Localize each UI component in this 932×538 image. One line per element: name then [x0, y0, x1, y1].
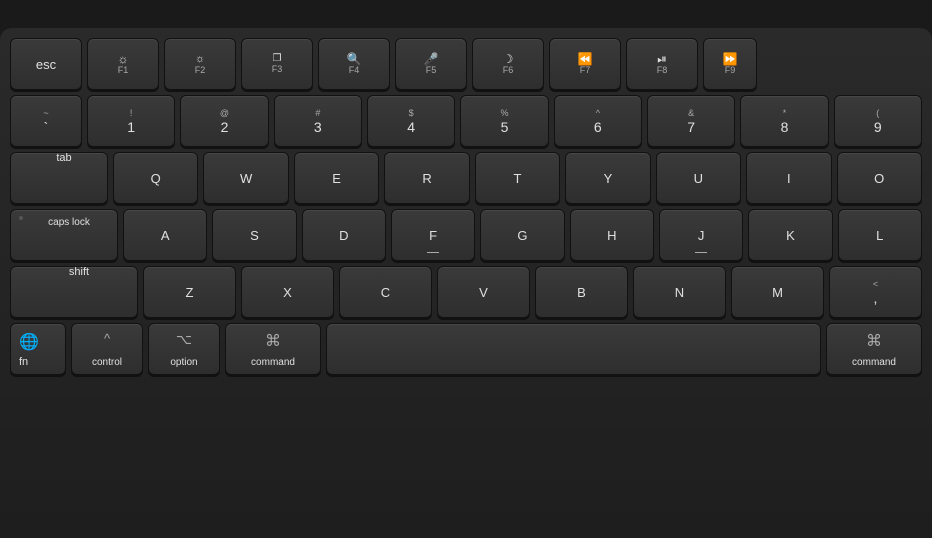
key-m[interactable]: M	[731, 266, 824, 318]
key-fn[interactable]: 🌐 fn	[10, 323, 66, 375]
control-icon: ^	[104, 331, 110, 346]
command-left-icon: ⌘	[265, 331, 281, 351]
key-b[interactable]: B	[535, 266, 628, 318]
caps-lock-indicator	[19, 216, 23, 220]
key-space[interactable]	[326, 323, 821, 375]
qwerty-key-row: tab Q W E R T Y U I O	[10, 152, 922, 204]
key-f5[interactable]: 🎤 F5	[395, 38, 467, 90]
bottom-key-row: 🌐 fn ^ control ⌥ option ⌘ command ⌘ comm…	[10, 323, 922, 375]
command-right-icon: ⌘	[866, 331, 882, 351]
zxcv-key-row: shift Z X C V B N M < ,	[10, 266, 922, 318]
key-o[interactable]: O	[837, 152, 922, 204]
key-v[interactable]: V	[437, 266, 530, 318]
key-tilde[interactable]: ~ `	[10, 95, 82, 147]
key-esc[interactable]: esc	[10, 38, 82, 90]
key-comma[interactable]: < ,	[829, 266, 922, 318]
key-i[interactable]: I	[746, 152, 831, 204]
key-f1[interactable]: ☼ F1	[87, 38, 159, 90]
key-r[interactable]: R	[384, 152, 469, 204]
key-6[interactable]: ^ 6	[554, 95, 642, 147]
key-w[interactable]: W	[203, 152, 288, 204]
key-4[interactable]: $ 4	[367, 95, 455, 147]
key-h[interactable]: H	[570, 209, 654, 261]
key-d[interactable]: D	[302, 209, 386, 261]
key-f8[interactable]: ⏯ F8	[626, 38, 698, 90]
key-2[interactable]: @ 2	[180, 95, 268, 147]
key-tab[interactable]: tab	[10, 152, 108, 204]
number-key-row: ~ ` ! 1 @ 2 # 3 $ 4	[10, 95, 922, 147]
key-f7[interactable]: ⏪ F7	[549, 38, 621, 90]
key-shift-left[interactable]: shift	[10, 266, 138, 318]
key-u[interactable]: U	[656, 152, 741, 204]
key-command-right[interactable]: ⌘ command	[826, 323, 922, 375]
asdf-key-row: caps lock A S D F G H J K L	[10, 209, 922, 261]
globe-icon: 🌐	[19, 332, 39, 352]
key-control[interactable]: ^ control	[71, 323, 143, 375]
key-k[interactable]: K	[748, 209, 832, 261]
key-option[interactable]: ⌥ option	[148, 323, 220, 375]
key-f2[interactable]: ☼︎ F2	[164, 38, 236, 90]
key-f[interactable]: F	[391, 209, 475, 261]
key-c[interactable]: C	[339, 266, 432, 318]
f-bump	[427, 252, 439, 253]
key-f3[interactable]: ❐ F3	[241, 38, 313, 90]
key-l[interactable]: L	[838, 209, 922, 261]
key-n[interactable]: N	[633, 266, 726, 318]
key-8[interactable]: * 8	[740, 95, 828, 147]
key-y[interactable]: Y	[565, 152, 650, 204]
key-f9[interactable]: ⏩ F9	[703, 38, 757, 90]
key-e[interactable]: E	[294, 152, 379, 204]
fn-key-row: esc ☼ F1 ☼︎ F2 ❐ F3 🔍 F4 🎤 F5 ☽ F6 ⏪ F7	[10, 38, 922, 90]
key-a[interactable]: A	[123, 209, 207, 261]
key-1[interactable]: ! 1	[87, 95, 175, 147]
key-command-left[interactable]: ⌘ command	[225, 323, 321, 375]
key-3[interactable]: # 3	[274, 95, 362, 147]
key-x[interactable]: X	[241, 266, 334, 318]
key-s[interactable]: S	[212, 209, 296, 261]
key-5[interactable]: % 5	[460, 95, 548, 147]
key-9[interactable]: ( 9	[834, 95, 922, 147]
keyboard: esc ☼ F1 ☼︎ F2 ❐ F3 🔍 F4 🎤 F5 ☽ F6 ⏪ F7	[0, 28, 932, 538]
key-f4[interactable]: 🔍 F4	[318, 38, 390, 90]
key-caps-lock[interactable]: caps lock	[10, 209, 118, 261]
key-z[interactable]: Z	[143, 266, 236, 318]
key-7[interactable]: & 7	[647, 95, 735, 147]
j-bump	[695, 252, 707, 253]
key-t[interactable]: T	[475, 152, 560, 204]
key-j[interactable]: J	[659, 209, 743, 261]
key-q[interactable]: Q	[113, 152, 198, 204]
option-icon: ⌥	[176, 331, 192, 348]
key-f6[interactable]: ☽ F6	[472, 38, 544, 90]
key-g[interactable]: G	[480, 209, 564, 261]
